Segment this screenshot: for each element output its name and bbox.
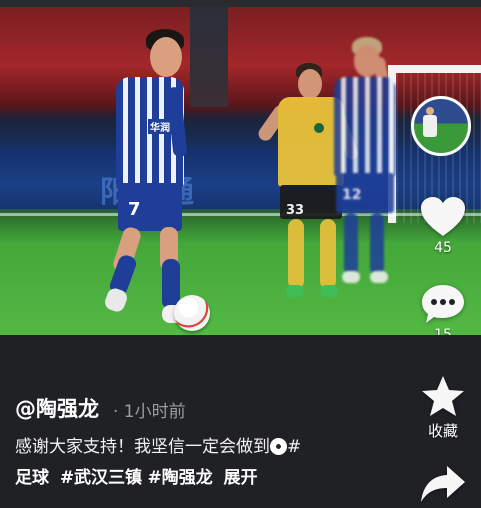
top-status-strip bbox=[0, 0, 481, 7]
player-main: 7 华润 bbox=[102, 27, 194, 327]
author-avatar[interactable] bbox=[411, 96, 471, 156]
teammate-jersey-number: 12 bbox=[342, 187, 362, 203]
comment-count: 15 bbox=[434, 327, 452, 335]
soccer-ball-image bbox=[174, 295, 210, 331]
share-button[interactable] bbox=[416, 464, 470, 504]
comment-bubble-icon bbox=[422, 285, 464, 323]
jersey-number: 7 bbox=[128, 199, 141, 220]
like-button[interactable]: 45 bbox=[416, 196, 470, 256]
post-description: 感谢大家支持！我坚信一定会做到 # 足球 #武汉三镇 #陶强龙 展开 bbox=[15, 432, 365, 494]
stadium-tunnel bbox=[190, 7, 228, 107]
video-player[interactable]: 阳湖通 7 华润 33 bbox=[0, 7, 481, 335]
star-icon bbox=[422, 376, 464, 416]
author-name[interactable]: @陶强龙 bbox=[15, 393, 99, 423]
post-text: 感谢大家支持！我坚信一定会做到 bbox=[15, 437, 270, 457]
hashtag-wuhan-three-towns[interactable]: #武汉三镇 bbox=[60, 468, 142, 488]
favorite-button[interactable]: 收藏 bbox=[416, 374, 470, 441]
post-time: · 1小时前 bbox=[113, 402, 186, 422]
expand-button[interactable]: 展开 bbox=[224, 468, 258, 488]
soccer-ball-emoji-icon bbox=[270, 438, 287, 455]
sponsor-text: 华润 bbox=[148, 119, 172, 134]
like-count: 45 bbox=[434, 240, 452, 256]
hashtag-tao-qianglong[interactable]: #陶强龙 bbox=[147, 468, 212, 488]
comment-button[interactable]: 15 bbox=[416, 283, 470, 335]
hash-symbol: # bbox=[287, 437, 302, 457]
heart-icon bbox=[421, 197, 465, 236]
pitch-line bbox=[0, 213, 481, 216]
opponent-jersey-number: 33 bbox=[286, 203, 305, 218]
share-arrow-icon bbox=[421, 466, 465, 502]
favorite-label: 收藏 bbox=[427, 422, 458, 440]
hashtag-soccer[interactable]: 足球 bbox=[15, 468, 49, 488]
player-teammate: 12 bbox=[328, 37, 408, 297]
